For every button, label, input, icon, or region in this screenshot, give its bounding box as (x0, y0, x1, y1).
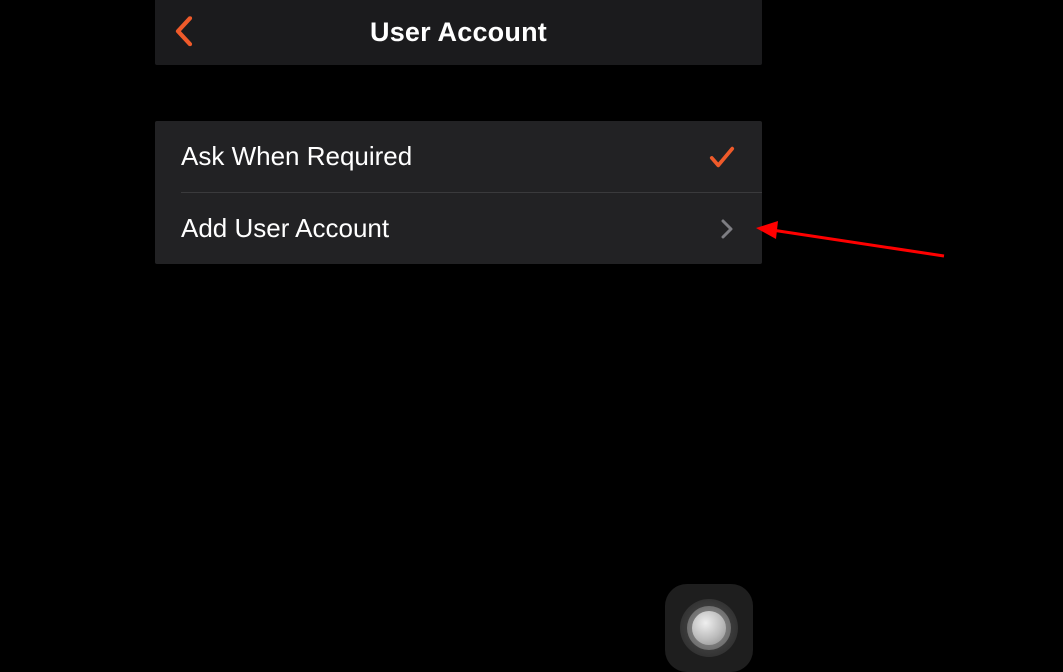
back-button[interactable] (169, 13, 199, 49)
checkmark-icon (708, 143, 736, 171)
settings-panel: User Account Ask When Required Add User … (155, 0, 762, 264)
option-label: Ask When Required (181, 141, 412, 172)
options-list: Ask When Required Add User Account (155, 121, 762, 264)
chevron-right-icon (718, 217, 736, 241)
chevron-left-icon (175, 16, 193, 46)
assistive-touch-button[interactable] (665, 584, 753, 672)
annotation-arrow (754, 218, 954, 268)
assistive-touch-icon (680, 599, 738, 657)
page-title: User Account (155, 17, 762, 48)
header-bar: User Account (155, 0, 762, 65)
option-ask-when-required[interactable]: Ask When Required (155, 121, 762, 192)
option-add-user-account[interactable]: Add User Account (155, 193, 762, 264)
option-label: Add User Account (181, 213, 389, 244)
